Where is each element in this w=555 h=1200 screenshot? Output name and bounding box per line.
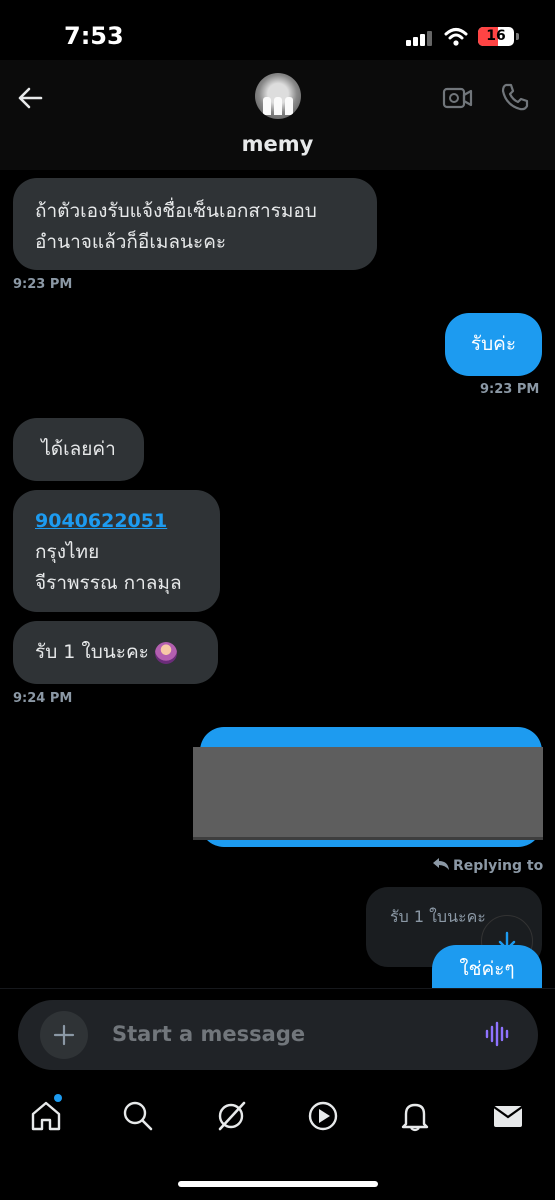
message-input[interactable]: Start a message (112, 1022, 305, 1046)
reply-icon (433, 858, 449, 870)
add-attachment-button[interactable] (40, 1011, 88, 1059)
video-call-icon[interactable] (442, 84, 474, 112)
replying-to-label: Replying to (432, 857, 543, 874)
reply-label-text: Replying to (453, 858, 544, 874)
cellular-signal-icon (406, 30, 434, 46)
contact-name[interactable]: memy (0, 132, 555, 156)
mail-icon[interactable] (491, 1099, 525, 1133)
avatar[interactable] (255, 73, 301, 119)
bell-icon[interactable] (398, 1099, 432, 1133)
voice-message-icon[interactable] (484, 1020, 512, 1048)
bank-name: กรุงไทย (35, 541, 100, 563)
message-line: อำนาจแล้วก็อีเมลนะคะ (35, 231, 227, 253)
grok-icon[interactable] (214, 1099, 248, 1133)
message-text: ได้เลยค่า (41, 438, 116, 460)
quoted-text: รับ 1 ใบนะคะ (390, 907, 486, 926)
message-timestamp: 9:24 PM (13, 691, 73, 706)
incoming-message[interactable]: ถ้าตัวเองรับแจ้งชื่อเซ็นเอกสารมอบ อำนาจแ… (13, 178, 377, 270)
wifi-icon (444, 28, 468, 46)
status-time: 7:53 (64, 22, 124, 50)
phone-call-icon[interactable] (500, 82, 530, 112)
message-line: ถ้าตัวเองรับแจ้งชื่อเซ็นเอกสารมอบ (35, 200, 317, 222)
message-timestamp: 9:23 PM (13, 277, 73, 292)
incoming-message[interactable]: ได้เลยค่า (13, 418, 144, 481)
emoji-icon (154, 641, 177, 664)
message-text: รับค่ะ (470, 333, 517, 355)
outgoing-message[interactable]: รับค่ะ (445, 313, 542, 376)
incoming-message[interactable]: 9040622051 กรุงไทย จีราพรรณ กาลมุล (13, 490, 220, 612)
notification-dot (54, 1094, 62, 1102)
plus-icon (53, 1024, 75, 1046)
message-text: รับ 1 ใบนะคะ (35, 641, 149, 663)
back-arrow-icon[interactable] (16, 84, 44, 112)
battery-icon: 16 (478, 27, 514, 46)
battery-level: 16 (486, 28, 506, 44)
search-icon[interactable] (121, 1099, 155, 1133)
incoming-message[interactable]: รับ 1 ใบนะคะ (13, 621, 218, 684)
play-icon[interactable] (306, 1099, 340, 1133)
battery-tip (516, 33, 519, 40)
outgoing-message[interactable]: ใช่ค่ะๆ (432, 945, 542, 993)
redaction-block (193, 747, 543, 837)
home-icon[interactable] (29, 1099, 63, 1133)
home-indicator (178, 1181, 378, 1187)
message-timestamp: 9:23 PM (480, 382, 540, 397)
account-name: จีราพรรณ กาลมุล (35, 572, 182, 594)
account-number-link[interactable]: 9040622051 (35, 506, 198, 537)
